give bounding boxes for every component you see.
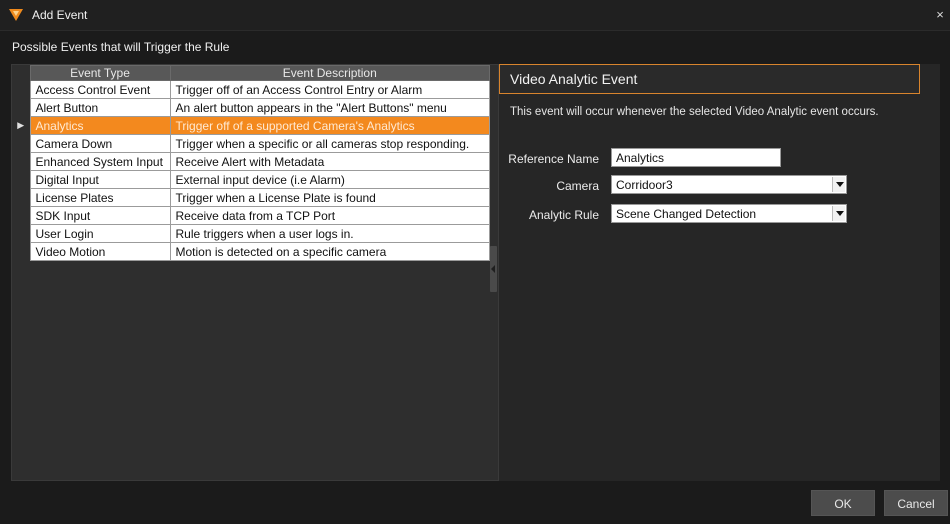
event-description-cell: Trigger when a specific or all cameras s… xyxy=(169,134,490,153)
dropdown-button[interactable] xyxy=(832,206,845,221)
collapse-arrow-icon xyxy=(491,265,495,273)
event-type-cell: Analytics xyxy=(29,116,171,135)
detail-description: This event will occur whenever the selec… xyxy=(510,106,879,118)
chevron-down-icon xyxy=(836,182,844,187)
analytic-rule-select-value: Scene Changed Detection xyxy=(616,207,757,221)
detail-header: Video Analytic Event xyxy=(499,64,920,94)
event-description-cell: Motion is detected on a specific camera xyxy=(169,242,490,261)
camera-select[interactable]: Corridoor3 xyxy=(611,175,847,194)
section-heading: Possible Events that will Trigger the Ru… xyxy=(12,40,230,54)
table-row[interactable]: Video Motion Motion is detected on a spe… xyxy=(12,242,490,261)
camera-select-value: Corridoor3 xyxy=(616,178,673,192)
table-row[interactable]: Digital Input External input device (i.e… xyxy=(12,170,490,189)
table-row[interactable]: SDK Input Receive data from a TCP Port xyxy=(12,206,490,225)
column-header-event-description[interactable]: Event Description xyxy=(169,65,490,81)
cancel-button[interactable]: Cancel xyxy=(884,490,948,516)
event-type-cell: Enhanced System Input xyxy=(29,152,171,171)
event-type-cell: Alert Button xyxy=(29,98,171,117)
table-row[interactable]: Alert Button An alert button appears in … xyxy=(12,98,490,117)
ok-button[interactable]: OK xyxy=(811,490,875,516)
table-row[interactable]: License Plates Trigger when a License Pl… xyxy=(12,188,490,207)
event-description-cell: An alert button appears in the "Alert Bu… xyxy=(169,98,490,117)
close-button[interactable]: × xyxy=(933,6,947,24)
column-header-event-type[interactable]: Event Type xyxy=(29,65,171,81)
table-row[interactable]: User Login Rule triggers when a user log… xyxy=(12,224,490,243)
panel-splitter-handle[interactable] xyxy=(490,246,497,292)
analytic-rule-select[interactable]: Scene Changed Detection xyxy=(611,204,847,223)
event-description-cell: Rule triggers when a user logs in. xyxy=(169,224,490,243)
event-type-cell: License Plates xyxy=(29,188,171,207)
window-title: Add Event xyxy=(32,8,88,22)
row-selected-marker-icon: ▶ xyxy=(12,116,30,135)
table-row[interactable]: Enhanced System Input Receive Alert with… xyxy=(12,152,490,171)
event-description-cell: External input device (i.e Alarm) xyxy=(169,170,490,189)
event-type-cell: Video Motion xyxy=(29,242,171,261)
table-row[interactable]: Access Control Event Trigger off of an A… xyxy=(12,80,490,99)
table-row[interactable]: Camera Down Trigger when a specific or a… xyxy=(12,134,490,153)
camera-label: Camera xyxy=(556,179,599,193)
event-description-cell: Trigger when a License Plate is found xyxy=(169,188,490,207)
event-type-cell: Camera Down xyxy=(29,134,171,153)
reference-name-label: Reference Name xyxy=(508,152,599,166)
event-type-cell: User Login xyxy=(29,224,171,243)
event-type-cell: Digital Input xyxy=(29,170,171,189)
detail-title: Video Analytic Event xyxy=(510,71,638,87)
chevron-down-icon xyxy=(836,211,844,216)
event-table: Event Type Event Description Access Cont… xyxy=(12,65,490,261)
table-row-selected[interactable]: ▶ Analytics Trigger off of a supported C… xyxy=(12,116,490,135)
event-list-panel: Event Type Event Description Access Cont… xyxy=(11,64,499,481)
event-type-cell: SDK Input xyxy=(29,206,171,225)
event-type-cell: Access Control Event xyxy=(29,80,171,99)
event-description-cell: Trigger off of an Access Control Entry o… xyxy=(169,80,490,99)
event-detail-panel: Video Analytic Event This event will occ… xyxy=(499,64,940,481)
dropdown-button[interactable] xyxy=(832,177,845,192)
title-bar: Add Event × xyxy=(0,0,950,31)
event-description-cell: Receive data from a TCP Port xyxy=(169,206,490,225)
analytic-rule-label: Analytic Rule xyxy=(528,208,599,222)
event-description-cell: Trigger off of a supported Camera's Anal… xyxy=(169,116,490,135)
event-description-cell: Receive Alert with Metadata xyxy=(169,152,490,171)
reference-name-input[interactable] xyxy=(611,148,781,167)
app-logo-icon xyxy=(9,9,23,21)
